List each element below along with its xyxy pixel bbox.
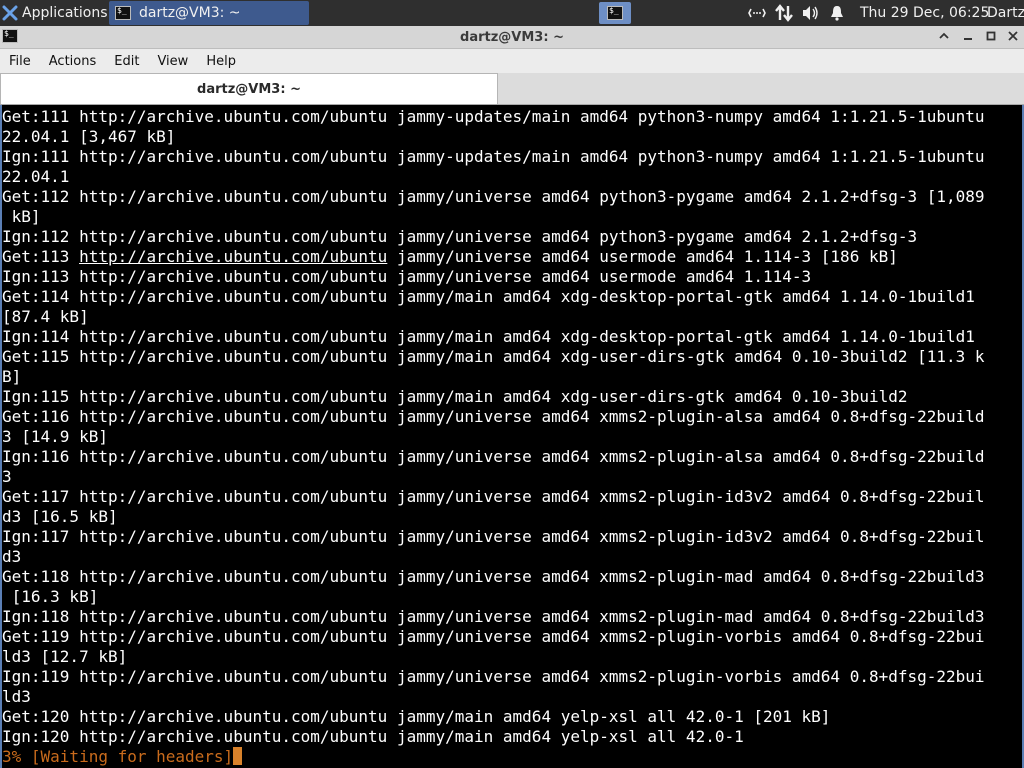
terminal-line: kB] bbox=[2, 207, 41, 226]
terminal-tab[interactable]: dartz@VM3: ~ bbox=[0, 73, 498, 104]
minimize-icon bbox=[964, 38, 972, 40]
terminal-line: Ign:117 http://archive.ubuntu.com/ubuntu… bbox=[2, 527, 985, 546]
terminal-line: Get:117 http://archive.ubuntu.com/ubuntu… bbox=[2, 487, 985, 506]
hovered-url-link[interactable]: http://archive.ubuntu.com/ubuntu bbox=[79, 247, 387, 266]
terminal-line: Get:114 http://archive.ubuntu.com/ubuntu… bbox=[2, 287, 975, 306]
menu-actions[interactable]: Actions bbox=[40, 54, 106, 69]
progress-status-text: 3% [Waiting for headers] bbox=[2, 747, 234, 766]
terminal-cursor bbox=[233, 747, 243, 765]
restore-button[interactable] bbox=[958, 26, 978, 49]
terminal-line: Ign:120 http://archive.ubuntu.com/ubuntu… bbox=[2, 727, 744, 746]
terminal-line: d3 bbox=[2, 547, 22, 566]
top-panel: Applications $_ dartz@VM3: ~ $_ Thu 29 D… bbox=[0, 0, 1024, 26]
terminal-line: Ign:111 http://archive.ubuntu.com/ubuntu… bbox=[2, 147, 985, 166]
close-button[interactable] bbox=[1003, 26, 1023, 49]
window-title: dartz@VM3: ~ bbox=[460, 30, 564, 45]
terminal-icon: $_ bbox=[115, 6, 131, 20]
taskbar-terminal-button[interactable]: $_ dartz@VM3: ~ bbox=[109, 1, 309, 25]
menu-file[interactable]: File bbox=[0, 54, 40, 69]
menu-help[interactable]: Help bbox=[197, 54, 245, 69]
terminal-view[interactable]: Get:111 http://archive.ubuntu.com/ubuntu… bbox=[0, 105, 1024, 768]
terminal-line: Ign:113 http://archive.ubuntu.com/ubuntu… bbox=[2, 267, 812, 286]
terminal-line: B] bbox=[2, 367, 22, 386]
workspace-switcher[interactable]: $_ bbox=[599, 2, 631, 24]
notification-bell-icon[interactable] bbox=[829, 5, 845, 21]
menu-edit[interactable]: Edit bbox=[105, 54, 148, 69]
terminal-line: Get:116 http://archive.ubuntu.com/ubuntu… bbox=[2, 407, 985, 426]
network-icon[interactable] bbox=[748, 6, 766, 20]
terminal-line: Ign:114 http://archive.ubuntu.com/ubuntu… bbox=[2, 327, 975, 346]
terminal-line: Get:118 http://archive.ubuntu.com/ubuntu… bbox=[2, 567, 985, 586]
terminal-line: Get:113 http://archive.ubuntu.com/ubuntu… bbox=[2, 247, 898, 266]
terminal-line: d3 [16.5 kB] bbox=[2, 507, 118, 526]
terminal-line: Ign:115 http://archive.ubuntu.com/ubuntu… bbox=[2, 387, 908, 406]
window-titlebar[interactable]: $_ dartz@VM3: ~ bbox=[0, 26, 1024, 49]
xfce-logo-icon bbox=[2, 5, 18, 21]
terminal-line: 22.04.1 [3,467 kB] bbox=[2, 127, 176, 146]
clock[interactable]: Thu 29 Dec, 06:25 bbox=[860, 0, 989, 26]
menu-view[interactable]: View bbox=[148, 54, 197, 69]
applications-label: Applications bbox=[22, 5, 108, 21]
terminal-line: Get:111 http://archive.ubuntu.com/ubuntu… bbox=[2, 107, 985, 126]
terminal-line: ld3 [12.7 kB] bbox=[2, 647, 128, 666]
terminal-icon: $_ bbox=[607, 6, 623, 20]
terminal-line: Get:119 http://archive.ubuntu.com/ubuntu… bbox=[2, 627, 985, 646]
system-tray bbox=[748, 0, 845, 26]
terminal-line: ld3 bbox=[2, 687, 31, 706]
taskbar-terminal-label: dartz@VM3: ~ bbox=[139, 5, 241, 21]
maximize-icon bbox=[986, 31, 996, 41]
progress-status-line: 3% [Waiting for headers] bbox=[2, 747, 1022, 767]
tab-bar: dartz@VM3: ~ bbox=[0, 73, 1024, 105]
terminal-line: Ign:112 http://archive.ubuntu.com/ubuntu… bbox=[2, 227, 918, 246]
terminal-line: Ign:118 http://archive.ubuntu.com/ubuntu… bbox=[2, 607, 985, 626]
updown-arrows-icon[interactable] bbox=[775, 4, 793, 22]
close-icon bbox=[1008, 31, 1018, 41]
terminal-line: [16.3 kB] bbox=[2, 587, 99, 606]
chevron-up-icon bbox=[939, 32, 949, 39]
terminal-line: Get:115 http://archive.ubuntu.com/ubuntu… bbox=[2, 347, 985, 366]
terminal-line: [87.4 kB] bbox=[2, 307, 89, 326]
terminal-line: Get:120 http://archive.ubuntu.com/ubuntu… bbox=[2, 707, 831, 726]
maximize-button[interactable] bbox=[981, 26, 1001, 49]
applications-menu-button[interactable]: Applications bbox=[0, 0, 108, 26]
user-menu[interactable]: Dartz bbox=[987, 0, 1024, 26]
terminal-line: 3 bbox=[2, 467, 12, 486]
terminal-line: Ign:119 http://archive.ubuntu.com/ubuntu… bbox=[2, 667, 985, 686]
terminal-output: Get:111 http://archive.ubuntu.com/ubuntu… bbox=[2, 105, 1022, 767]
volume-icon[interactable] bbox=[802, 5, 820, 21]
terminal-line: Get:112 http://archive.ubuntu.com/ubuntu… bbox=[2, 187, 985, 206]
terminal-line: 3 [14.9 kB] bbox=[2, 427, 108, 446]
menu-bar: File Actions Edit View Help bbox=[0, 49, 1024, 73]
terminal-line: 22.04.1 bbox=[2, 167, 70, 186]
minimize-button[interactable] bbox=[934, 26, 954, 49]
terminal-line: Ign:116 http://archive.ubuntu.com/ubuntu… bbox=[2, 447, 985, 466]
